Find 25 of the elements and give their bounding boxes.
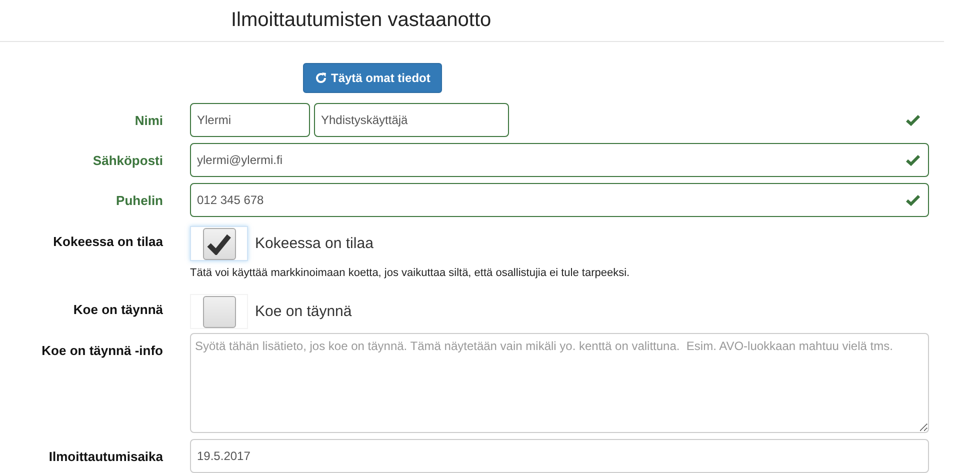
- text-field[interactable]: 012 345 678: [190, 183, 929, 217]
- text-field[interactable]: 19.5.2017: [190, 439, 929, 473]
- checkbox-label: Kokeessa on tilaa: [255, 235, 374, 252]
- field-label: Puhelin: [115, 192, 163, 210]
- field-label: Ilmoittautumisaika: [48, 448, 163, 466]
- checkmark-icon: [906, 114, 920, 126]
- refresh-icon: [315, 72, 327, 84]
- text-field[interactable]: Ylermi: [190, 103, 310, 137]
- field-label: Koe on täynnä: [72, 301, 163, 319]
- text-field[interactable]: Yhdistyskäyttäjä: [314, 103, 509, 137]
- field-label: Sähköposti: [92, 152, 163, 170]
- field-label: Kokeessa on tilaa: [52, 233, 163, 251]
- checkmark-icon: [207, 232, 231, 254]
- checkbox-label: Koe on täynnä: [255, 303, 352, 320]
- checkmark-icon: [906, 154, 920, 166]
- page-title: Ilmoittautumisten vastaanotto: [231, 9, 492, 32]
- checkbox[interactable]: [190, 226, 248, 261]
- checkbox[interactable]: [190, 294, 248, 329]
- help-text: Tätä voi käyttää markkinoimaan koetta, jos vaikuttaa siltä, että osallistujia ei tule tarpeeksi.: [190, 267, 631, 279]
- checkmark-icon: [906, 194, 920, 206]
- field-label: Nimi: [134, 112, 163, 130]
- field-label: Koe on täynnä -info: [40, 342, 163, 360]
- text-area[interactable]: Syötä tähän lisätieto, jos koe on täynnä. Tämä näytetään vain mikäli yo. kenttä on valittuna. Esim. AVO-luokkaan mahtuu vielä tms.: [190, 333, 929, 433]
- text-field[interactable]: ylermi@ylermi.fi: [190, 143, 929, 177]
- fill-button[interactable]: Täytä omat tiedot: [303, 63, 442, 93]
